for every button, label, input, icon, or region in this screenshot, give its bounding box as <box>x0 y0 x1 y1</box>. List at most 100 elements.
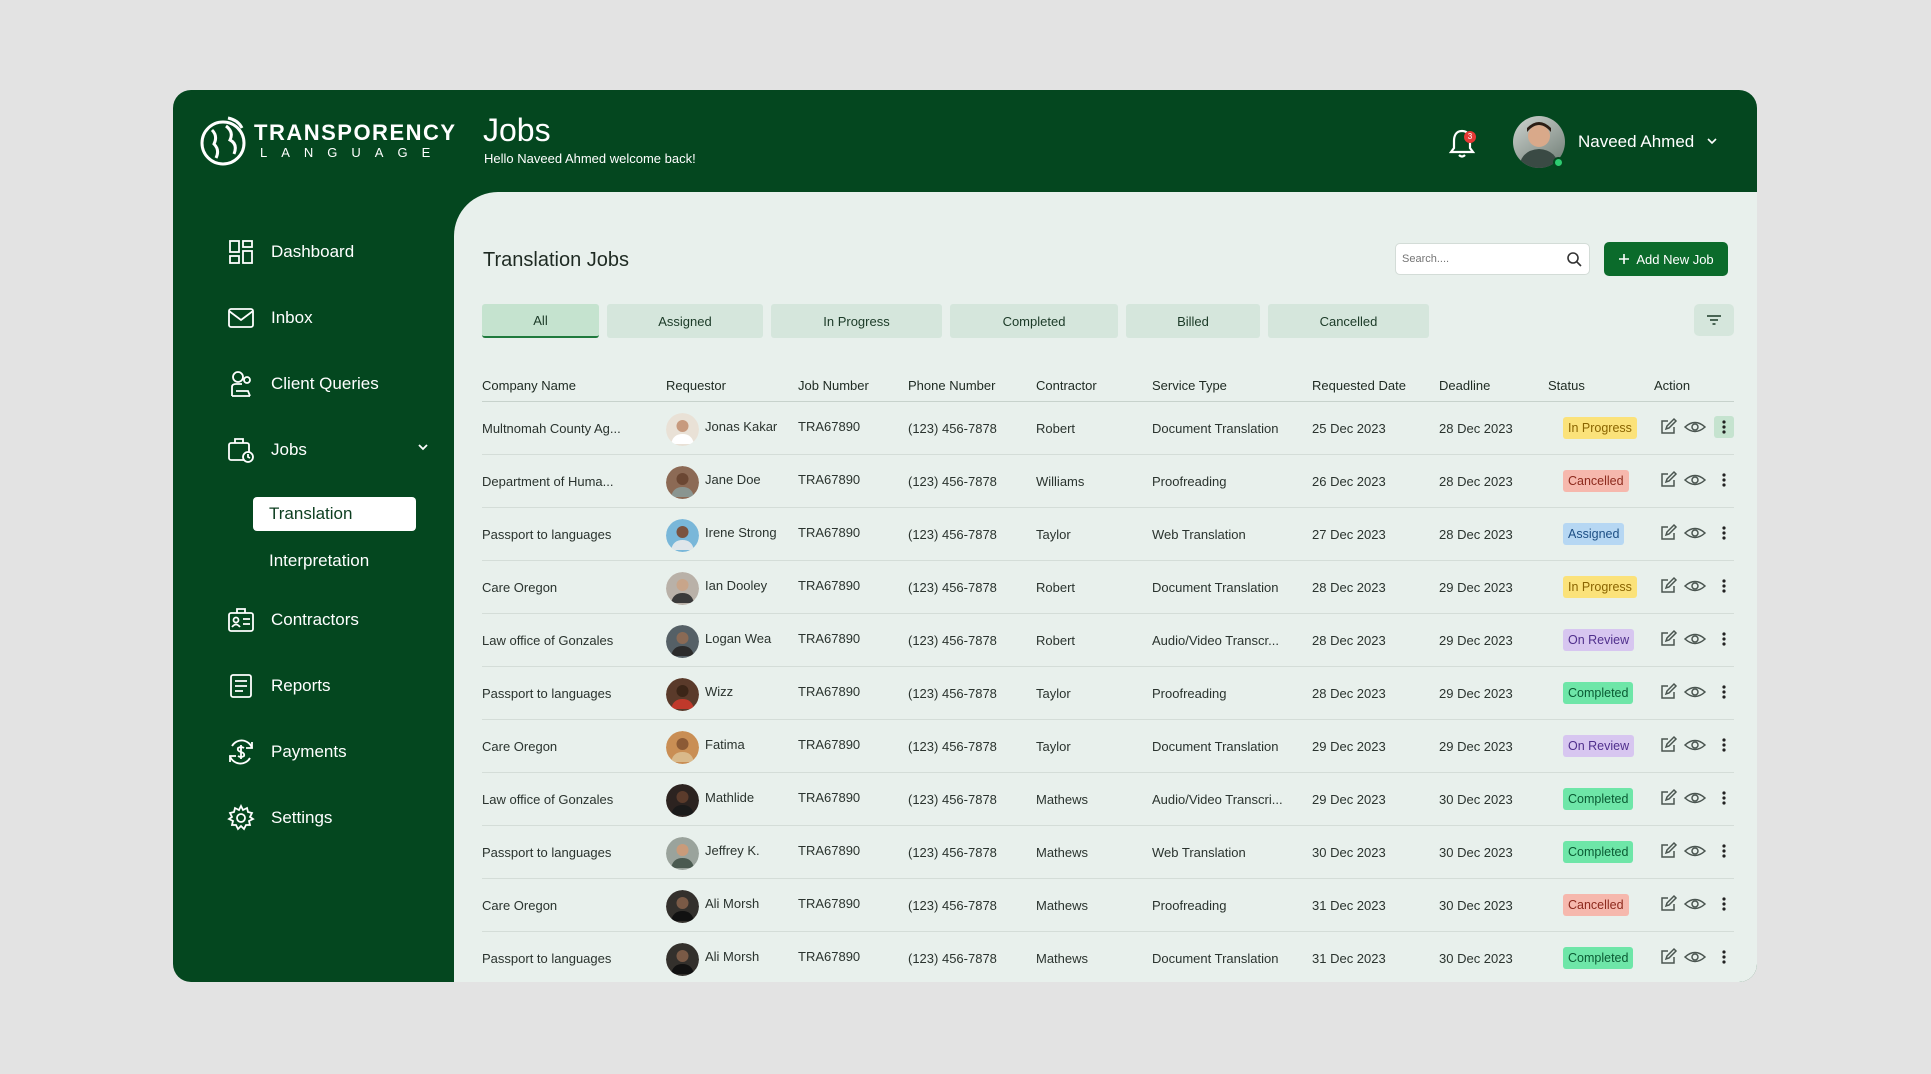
eye-icon[interactable] <box>1684 841 1706 861</box>
table-row[interactable]: Care Oregon Fatima TRA67890 (123) 456-78… <box>482 720 1734 773</box>
chevron-down-icon[interactable] <box>1705 134 1719 148</box>
edit-icon[interactable] <box>1658 841 1678 861</box>
tab-in-progress[interactable]: In Progress <box>771 304 942 338</box>
search-icon[interactable] <box>1566 251 1582 267</box>
table-row[interactable]: Department of Huma... Jane Doe TRA67890 … <box>482 455 1734 508</box>
edit-icon[interactable] <box>1658 417 1678 437</box>
table-row[interactable]: Law office of Gonzales Mathlide TRA67890… <box>482 773 1734 826</box>
cell-job-number: TRA67890 <box>798 790 861 805</box>
requestor-avatar <box>666 413 699 446</box>
eye-icon[interactable] <box>1684 947 1706 967</box>
filter-button[interactable] <box>1694 304 1734 336</box>
cell-requested-date: 31 Dec 2023 <box>1312 951 1386 966</box>
table-row[interactable]: Passport to languages Irene Strong TRA67… <box>482 508 1734 561</box>
eye-icon[interactable] <box>1684 894 1706 914</box>
cell-requestor: Wizz <box>705 684 734 699</box>
search-input[interactable] <box>1396 244 1556 274</box>
table-row[interactable]: Passport to languages Ali Morsh TRA67890… <box>482 932 1734 982</box>
status-badge: Assigned <box>1563 523 1625 545</box>
eye-icon[interactable] <box>1684 417 1706 437</box>
more-options-button[interactable] <box>1714 787 1734 809</box>
edit-icon[interactable] <box>1658 523 1678 543</box>
sidebar-item-contractors[interactable]: Contractors <box>227 606 359 634</box>
cell-company: Passport to languages <box>482 527 612 542</box>
cell-deadline: 30 Dec 2023 <box>1439 951 1513 966</box>
more-options-button[interactable] <box>1714 575 1734 597</box>
sidebar-item-inbox[interactable]: Inbox <box>227 304 313 332</box>
search-box[interactable] <box>1395 243 1590 275</box>
sidebar-subitem-interpretation[interactable]: Interpretation <box>269 551 369 571</box>
table-row[interactable]: Care Oregon Ali Morsh TRA67890 (123) 456… <box>482 879 1734 932</box>
edit-icon[interactable] <box>1658 629 1678 649</box>
sidebar-item-settings[interactable]: Settings <box>227 804 332 832</box>
tab-assigned[interactable]: Assigned <box>607 304 763 338</box>
more-options-button[interactable] <box>1714 628 1734 650</box>
more-options-button[interactable] <box>1714 893 1734 915</box>
requestor-avatar <box>666 678 699 711</box>
table-row[interactable]: Passport to languages Wizz TRA67890 (123… <box>482 667 1734 720</box>
more-options-button[interactable] <box>1714 681 1734 703</box>
table-row[interactable]: Multnomah County Ag... Jonas Kakar TRA67… <box>482 402 1734 455</box>
sidebar-subitem-translation[interactable]: Translation <box>253 497 416 531</box>
cell-job-number: TRA67890 <box>798 631 861 646</box>
table-row[interactable]: Passport to languages Jeffrey K. TRA6789… <box>482 826 1734 879</box>
more-options-button[interactable] <box>1714 416 1734 438</box>
cell-job-number: TRA67890 <box>798 949 861 964</box>
eye-icon[interactable] <box>1684 523 1706 543</box>
tab-completed[interactable]: Completed <box>950 304 1118 338</box>
more-vertical-icon <box>1722 632 1726 646</box>
eye-icon[interactable] <box>1684 629 1706 649</box>
cell-phone: (123) 456-7878 <box>908 951 997 966</box>
table-row[interactable]: Care Oregon Ian Dooley TRA67890 (123) 45… <box>482 561 1734 614</box>
edit-icon[interactable] <box>1658 788 1678 808</box>
sidebar-item-label: Reports <box>271 676 331 695</box>
more-options-button[interactable] <box>1714 946 1734 968</box>
status-badge: On Review <box>1563 735 1635 757</box>
eye-icon[interactable] <box>1684 682 1706 702</box>
more-options-button[interactable] <box>1714 734 1734 756</box>
main-panel: Translation Jobs Add New Job All Assigne… <box>454 192 1757 982</box>
cell-company: Passport to languages <box>482 845 612 860</box>
eye-icon[interactable] <box>1684 576 1706 596</box>
more-vertical-icon <box>1722 950 1726 964</box>
app-window: TRANSPORENCY LANGUAGE Jobs Hello Naveed … <box>173 90 1757 982</box>
add-new-job-button[interactable]: Add New Job <box>1604 242 1728 276</box>
edit-icon[interactable] <box>1658 682 1678 702</box>
tab-cancelled[interactable]: Cancelled <box>1268 304 1429 338</box>
page-title: Jobs <box>483 112 551 148</box>
cell-phone: (123) 456-7878 <box>908 845 997 860</box>
contractors-icon <box>227 606 255 634</box>
sidebar-item-payments[interactable]: Payments <box>227 738 347 766</box>
sidebar-item-jobs[interactable]: Jobs <box>227 436 428 464</box>
table-header: Company Name Requestor Job Number Phone … <box>482 370 1734 402</box>
tab-billed[interactable]: Billed <box>1126 304 1260 338</box>
column-job-number: Job Number <box>798 378 869 393</box>
status-badge: Cancelled <box>1563 894 1629 916</box>
sidebar-item-reports[interactable]: Reports <box>227 672 331 700</box>
edit-icon[interactable] <box>1658 894 1678 914</box>
edit-icon[interactable] <box>1658 470 1678 490</box>
cell-requested-date: 30 Dec 2023 <box>1312 845 1386 860</box>
brand-logo[interactable]: TRANSPORENCY LANGUAGE <box>198 114 457 168</box>
requestor-avatar <box>666 837 699 870</box>
eye-icon[interactable] <box>1684 470 1706 490</box>
table-row[interactable]: Law office of Gonzales Logan Wea TRA6789… <box>482 614 1734 667</box>
edit-icon[interactable] <box>1658 576 1678 596</box>
sidebar-item-label: Inbox <box>271 308 313 327</box>
cell-phone: (123) 456-7878 <box>908 686 997 701</box>
edit-icon[interactable] <box>1658 735 1678 755</box>
eye-icon[interactable] <box>1684 788 1706 808</box>
more-options-button[interactable] <box>1714 469 1734 491</box>
sidebar-item-label: Client Queries <box>271 374 379 393</box>
cell-requested-date: 28 Dec 2023 <box>1312 686 1386 701</box>
tab-all[interactable]: All <box>482 304 599 338</box>
status-tabs: All Assigned In Progress Completed Bille… <box>482 304 1437 338</box>
more-options-button[interactable] <box>1714 522 1734 544</box>
edit-icon[interactable] <box>1658 947 1678 967</box>
user-name[interactable]: Naveed Ahmed <box>1578 132 1694 152</box>
eye-icon[interactable] <box>1684 735 1706 755</box>
chevron-down-icon[interactable] <box>416 440 430 454</box>
more-options-button[interactable] <box>1714 840 1734 862</box>
sidebar-item-client-queries[interactable]: Client Queries <box>227 370 379 398</box>
sidebar-item-dashboard[interactable]: Dashboard <box>227 238 354 266</box>
